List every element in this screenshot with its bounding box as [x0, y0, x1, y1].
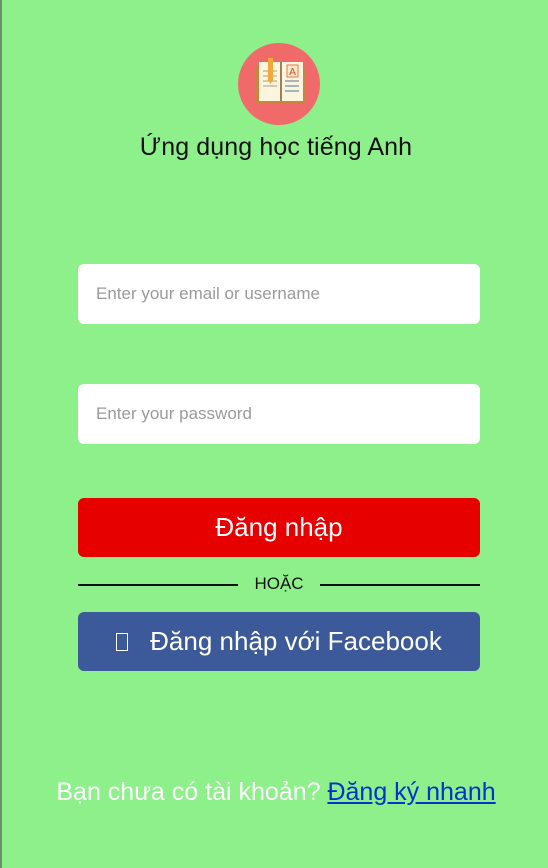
- facebook-icon: [116, 632, 129, 651]
- signup-link[interactable]: Đăng ký nhanh: [327, 778, 495, 806]
- divider-line-right: [320, 584, 480, 586]
- login-button[interactable]: Đăng nhập: [78, 498, 480, 557]
- signup-prompt-text: Bạn chưa có tài khoản?: [56, 778, 321, 806]
- book-icon: A: [255, 58, 305, 104]
- facebook-login-button[interactable]: Đăng nhập với Facebook: [78, 612, 480, 671]
- login-button-label: Đăng nhập: [215, 512, 343, 542]
- or-divider: HOẶC: [78, 574, 480, 596]
- password-input[interactable]: [78, 384, 480, 444]
- facebook-button-label: Đăng nhập với Facebook: [150, 626, 442, 656]
- svg-text:A: A: [289, 67, 296, 78]
- login-screen: A Ứng dụng học tiếng Anh Đăng nhập HOẶC …: [0, 0, 548, 868]
- signup-prompt: Bạn chưa có tài khoản? Đăng ký nhanh: [2, 778, 548, 807]
- email-input[interactable]: [78, 264, 480, 324]
- app-title: Ứng dụng học tiếng Anh: [139, 133, 413, 161]
- app-logo: A: [238, 43, 320, 125]
